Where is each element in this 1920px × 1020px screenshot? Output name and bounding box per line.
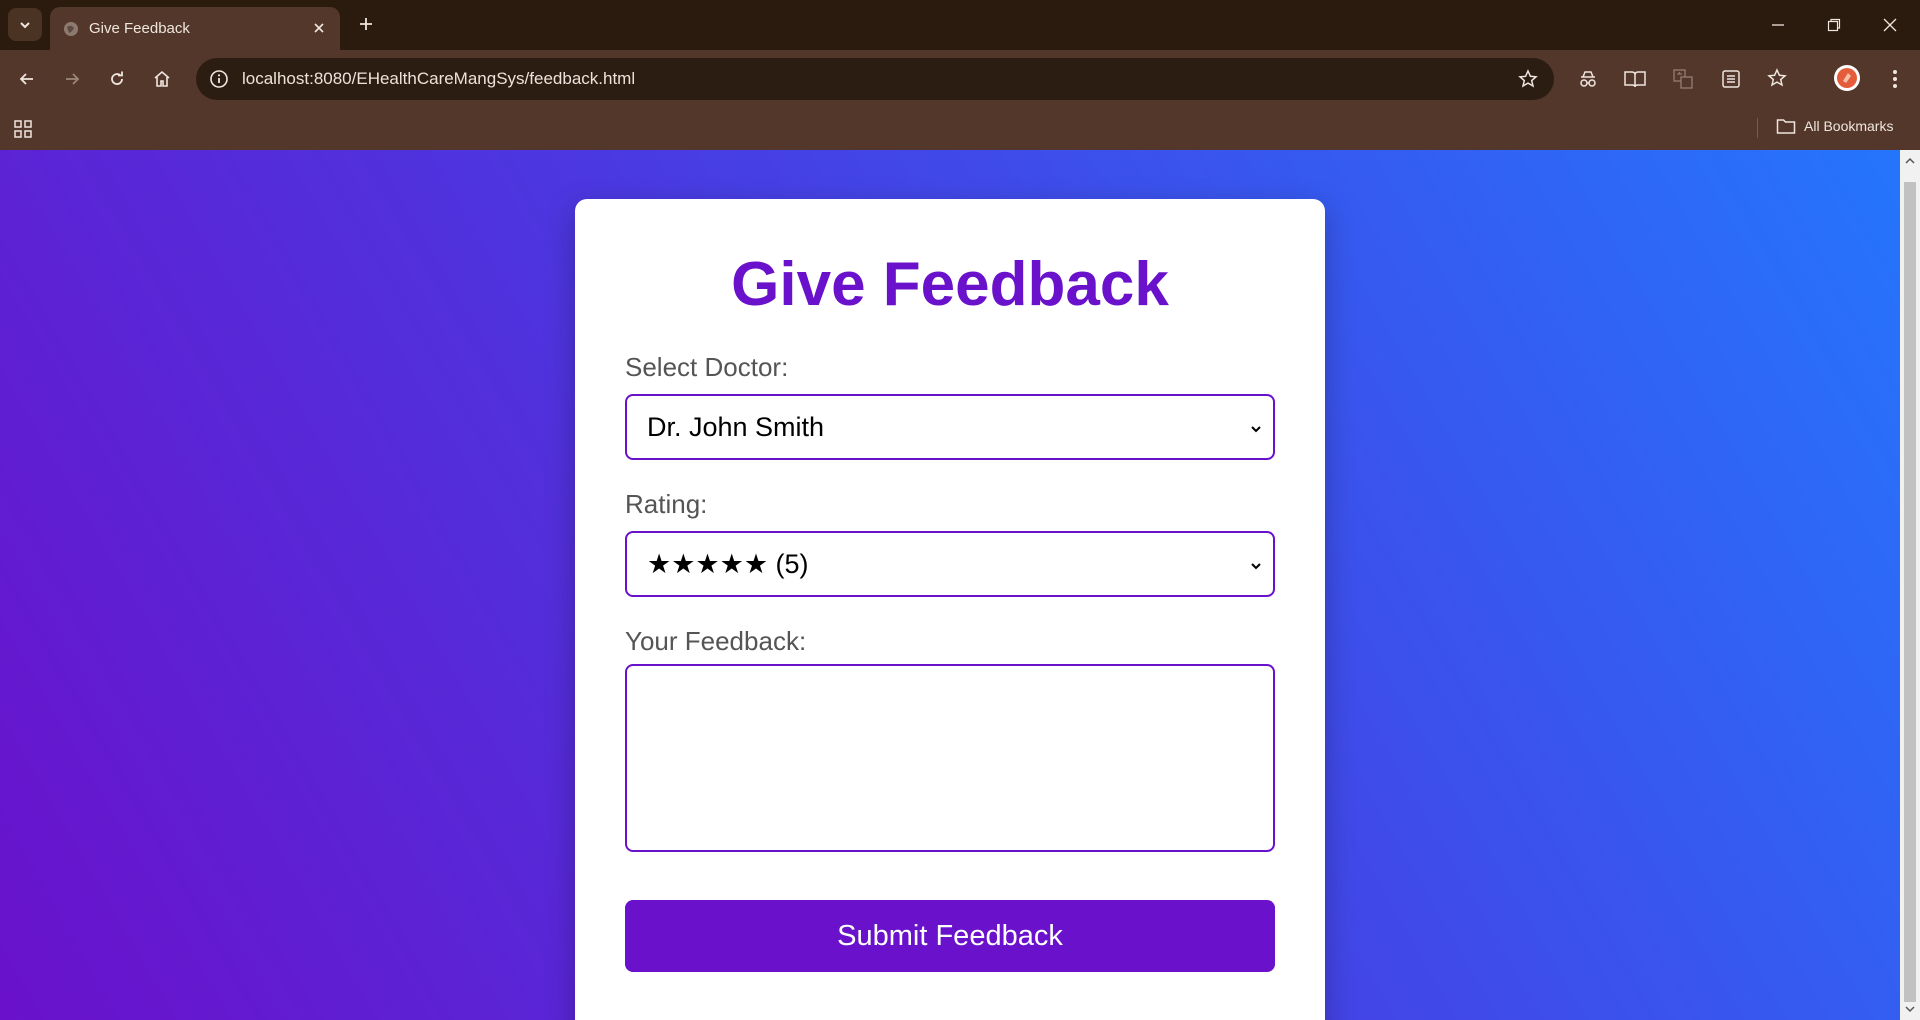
rating-label: Rating:	[625, 489, 708, 519]
arrow-right-icon	[66, 73, 80, 85]
active-tab[interactable]: Give Feedback	[50, 7, 340, 50]
restore-icon	[1827, 18, 1841, 32]
chevron-down-icon	[1251, 426, 1261, 433]
tab-title: Give Feedback	[89, 20, 190, 37]
page-title: Give Feedback	[731, 250, 1169, 319]
browser-toolbar: localhost:8080/EHealthCareMangSys/feedba…	[0, 50, 1920, 108]
feedback-label: Your Feedback:	[625, 626, 807, 656]
doctor-selected-value: Dr. John Smith	[647, 412, 825, 442]
minimize-button[interactable]	[1750, 0, 1806, 50]
url-text[interactable]: localhost:8080/EHealthCareMangSys/feedba…	[242, 69, 635, 89]
scroll-down-icon[interactable]	[1905, 1004, 1915, 1014]
bookmark-star-button[interactable]	[1516, 67, 1540, 91]
submit-feedback-button[interactable]: Submit Feedback	[625, 900, 1275, 972]
close-icon	[314, 23, 324, 33]
feedback-card: Give Feedback Select Doctor: Dr. John Sm…	[575, 199, 1325, 1020]
star-list-icon	[1767, 68, 1787, 87]
incognito-icon	[1580, 71, 1596, 87]
rating-select[interactable]: ★★★★★ (5)	[625, 531, 1275, 597]
chevron-down-icon	[20, 21, 30, 28]
scroll-thumb[interactable]	[1904, 182, 1916, 1002]
address-bar[interactable]: localhost:8080/EHealthCareMangSys/feedba…	[196, 58, 1554, 100]
doctor-select[interactable]: Dr. John Smith	[625, 394, 1275, 460]
reload-icon	[111, 71, 123, 85]
list-icon	[1722, 70, 1740, 88]
avatar-icon	[1837, 68, 1857, 88]
folder-icon	[1776, 119, 1796, 134]
home-icon	[154, 70, 170, 87]
reading-mode-button[interactable]	[1620, 64, 1650, 94]
reading-list-button[interactable]	[1716, 64, 1746, 94]
all-bookmarks-label: All Bookmarks	[1804, 118, 1894, 134]
reload-button[interactable]	[101, 63, 133, 95]
new-tab-button[interactable]	[353, 11, 379, 37]
forward-button[interactable]	[56, 63, 88, 95]
rating-selected-value: ★★★★★ (5)	[647, 549, 809, 579]
profile-avatar[interactable]	[1834, 65, 1860, 91]
close-icon	[1883, 18, 1897, 32]
bookmarks-divider	[1757, 118, 1758, 138]
translate-button[interactable]	[1668, 64, 1698, 94]
incognito-button[interactable]	[1573, 64, 1603, 94]
star-icon	[1518, 69, 1538, 88]
favorites-button[interactable]	[1763, 64, 1793, 94]
page-viewport: Give Feedback Select Doctor: Dr. John Sm…	[0, 150, 1900, 1020]
info-icon	[210, 70, 228, 88]
apps-grid-icon[interactable]	[12, 118, 34, 140]
all-bookmarks-button[interactable]: All Bookmarks	[1776, 117, 1893, 135]
feedback-textarea[interactable]	[625, 664, 1275, 852]
bookmarks-bar: All Bookmarks	[0, 108, 1920, 150]
book-icon	[1624, 71, 1646, 88]
minimize-icon	[1772, 24, 1784, 26]
page-scrollbar[interactable]	[1900, 150, 1920, 1020]
translate-icon	[1673, 69, 1693, 89]
close-window-button[interactable]	[1862, 0, 1918, 50]
tab-bar: Give Feedback	[0, 0, 1920, 50]
menu-button[interactable]	[1880, 64, 1910, 94]
back-button[interactable]	[11, 63, 43, 95]
home-button[interactable]	[146, 63, 178, 95]
restore-button[interactable]	[1806, 0, 1862, 50]
tab-search-button[interactable]	[8, 8, 42, 41]
globe-icon	[64, 22, 78, 36]
arrow-left-icon	[19, 73, 33, 85]
more-vert-icon	[1893, 70, 1897, 88]
chevron-down-icon	[1251, 563, 1261, 570]
close-tab-button[interactable]	[308, 17, 330, 39]
site-info-button[interactable]	[206, 66, 232, 92]
doctor-label: Select Doctor:	[625, 352, 789, 382]
scroll-up-icon[interactable]	[1905, 156, 1915, 166]
plus-icon	[360, 18, 372, 30]
